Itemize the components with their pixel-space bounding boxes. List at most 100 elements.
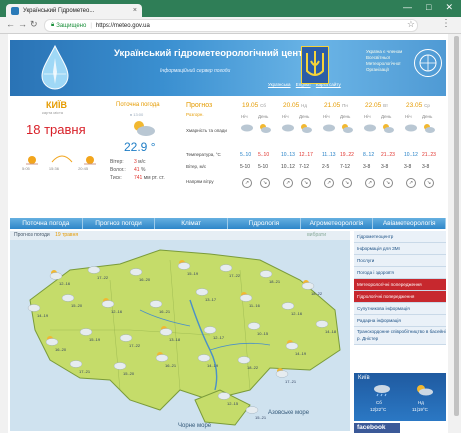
map-cloud-icon (119, 334, 133, 342)
forecast-night-temp: 5..10 (240, 152, 252, 158)
menu-item[interactable]: Агрометеорологія (301, 218, 374, 229)
star-icon[interactable]: ☆ (407, 19, 415, 30)
sidebar-item[interactable]: Інформація для ЗМІ (354, 243, 446, 255)
map-city-temp[interactable]: 18..22 (247, 365, 258, 370)
map-header-title: Прогноз погоди (14, 232, 50, 238)
map-city-temp[interactable]: 13..17 (205, 297, 216, 302)
sidebar-item[interactable]: Гідрологічні попередження (354, 291, 446, 303)
map-city-temp[interactable]: 15..20 (123, 371, 134, 376)
forecast-day-label: День (258, 114, 269, 119)
map-city-temp[interactable]: 17..21 (285, 379, 296, 384)
current-temperature: 22.9 ° (124, 140, 156, 154)
map-date-select[interactable]: 19 травня (55, 232, 78, 238)
menu-item[interactable]: Прогноз погоди (83, 218, 156, 229)
map-city-temp[interactable]: 12..16 (59, 281, 70, 286)
site-content: Український гідрометеорологічний центр І… (8, 34, 448, 433)
sidebar-item[interactable]: Радарна інформація (354, 315, 446, 327)
menu-item[interactable]: Авіаметеорологія (373, 218, 447, 229)
map-city-temp[interactable]: 14..18 (325, 329, 336, 334)
back-icon[interactable]: ← (6, 19, 15, 29)
map-choose-link[interactable]: вибрати (307, 231, 326, 240)
sidebar-item[interactable]: Гідрометеоцентр (354, 231, 446, 243)
forecast-night-wind: 2-5 (322, 164, 330, 170)
cloud-icon (323, 124, 335, 132)
map-city-temp[interactable]: 17..22 (229, 273, 240, 278)
sea-label-black: Чорне море (178, 423, 212, 429)
sidebar-item[interactable]: Метеорологічні попередження (354, 279, 446, 291)
map-city-temp[interactable]: 17..22 (97, 275, 108, 280)
close-window-icon[interactable]: ✕ (445, 2, 453, 13)
forecast-day-temp: 12..17 (299, 152, 313, 158)
forecast-day: 19.05 Сб Ніч День 5..10 5..10 5-10 5-10 ↗ ↘ (238, 100, 279, 214)
maximize-icon[interactable]: □ (426, 2, 431, 13)
sidebar-item[interactable]: Погода і здоров'я (354, 267, 446, 279)
page-viewport: Український гідрометеорологічний центр І… (0, 34, 461, 433)
city-name[interactable]: КИЇВ (46, 100, 67, 110)
browser-tab[interactable]: Український Гідрометео... × (6, 4, 142, 17)
map-city-temp[interactable]: 12..16 (291, 311, 302, 316)
map-city-temp[interactable]: 18..22 (311, 291, 322, 296)
map-city-temp[interactable]: 15..19 (187, 271, 198, 276)
map-city-temp[interactable]: 16..20 (139, 277, 150, 282)
map-cloud-icon (149, 300, 163, 308)
map-city-temp[interactable]: 10..15 (257, 331, 268, 336)
map-city-temp[interactable]: 18..21 (269, 279, 280, 284)
current-weather-title: Поточна погода (116, 102, 160, 108)
address-bar: ← → ↻ 🔒︎ Защищено | https://meteo.gov.ua… (0, 17, 461, 34)
page-scrollbar[interactable] (452, 34, 461, 433)
map-header: Прогноз погоди 19 травня вибрати (10, 231, 350, 240)
forecast-night-wind: 5-10 (240, 164, 251, 170)
sun-times: 5:05 15:36 20:45 (22, 166, 88, 171)
pressure-row: Тиск: 741 мм рт. ст. (110, 175, 165, 181)
sidebar-item[interactable]: Послуги (354, 255, 446, 267)
row-label-temperature: Температура, °С (186, 152, 221, 157)
map-city-temp[interactable]: 12..17 (213, 335, 224, 340)
forecast-day-date: 20.05 Нд (283, 102, 307, 109)
map-cloud-icon (69, 360, 83, 368)
forecast-night-temp: 11..13 (322, 152, 336, 158)
menu-icon[interactable]: ⋮ (441, 18, 451, 29)
forecast-day-date: 23.05 Ср (406, 102, 430, 109)
tab-close-icon[interactable]: × (133, 7, 137, 14)
forward-icon[interactable]: → (18, 19, 27, 29)
forecast-expand-link[interactable]: Розгорн. (186, 112, 204, 117)
cloud-icon (405, 124, 417, 132)
city-map-link[interactable]: карта міста (42, 110, 63, 115)
map-city-temp[interactable]: 17..21 (79, 369, 90, 374)
kyiv-widget[interactable]: Київ Сб 12|22°С Нд 11|19°С (354, 373, 446, 421)
map-city-temp[interactable]: 16..21 (165, 363, 176, 368)
menu-item[interactable]: Гідрологія (228, 218, 301, 229)
map-city-temp[interactable]: 14..19 (207, 363, 218, 368)
map-city-temp[interactable]: 15..21 (255, 415, 266, 420)
sidebar-item[interactable]: Транскордонне співробітництво в басейні … (354, 327, 446, 345)
lang-ukrainian-link[interactable]: Українська (268, 82, 291, 87)
sidebar-item[interactable]: Супутникова інформація (354, 303, 446, 315)
map-city-temp[interactable]: 13..18 (169, 337, 180, 342)
window-controls: — □ ✕ (403, 2, 453, 13)
ukraine-map[interactable] (10, 240, 350, 431)
forecast-day-temp: 19..22 (340, 152, 354, 158)
menu-item[interactable]: Поточна погода (10, 218, 83, 229)
wind-direction-icon: ↘ (342, 178, 352, 188)
map-city-temp[interactable]: 14..19 (37, 313, 48, 318)
menu-item[interactable]: Клімат (155, 218, 229, 229)
facebook-button[interactable]: facebook (354, 423, 400, 433)
map-city-temp[interactable]: 16..20 (55, 347, 66, 352)
sunrise-icon (26, 156, 38, 165)
map-city-temp[interactable]: 12..15 (227, 401, 238, 406)
map-city-temp[interactable]: 11..16 (249, 303, 260, 308)
map-city-temp[interactable]: 14..19 (295, 351, 306, 356)
map-city-temp[interactable]: 15..20 (71, 303, 82, 308)
forecast-map: Прогноз погоди 19 травня вибрати Азовськ… (10, 231, 350, 431)
reload-icon[interactable]: ↻ (30, 19, 38, 30)
map-city-temp[interactable]: 15..19 (89, 337, 100, 342)
coat-of-arms-icon (301, 46, 329, 84)
map-cloud-icon (245, 406, 259, 414)
map-city-temp[interactable]: 12..16 (111, 309, 122, 314)
url-input[interactable]: 🔒︎ Защищено | https://meteo.gov.ua (44, 19, 418, 32)
map-city-temp[interactable]: 17..22 (129, 343, 140, 348)
scrollbar-thumb[interactable] (454, 36, 459, 416)
daylength: 15:36 (48, 166, 59, 171)
map-city-temp[interactable]: 16..21 (159, 309, 170, 314)
minimize-icon[interactable]: — (403, 2, 412, 13)
